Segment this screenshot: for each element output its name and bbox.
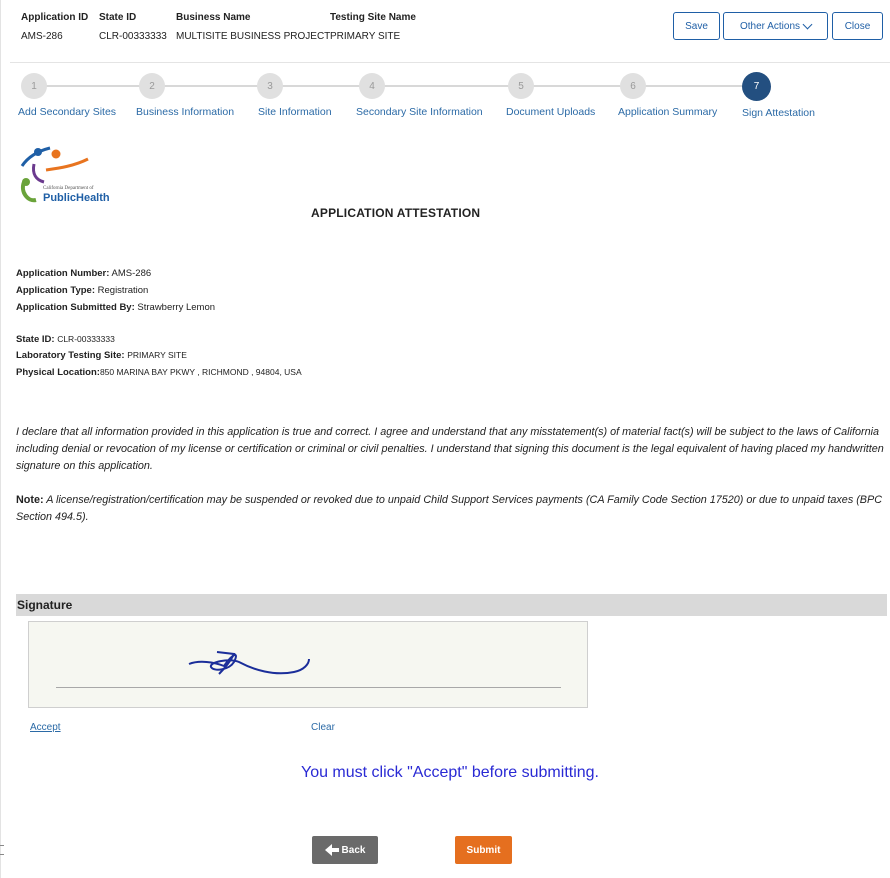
- cdph-logo-mark-icon: [20, 146, 89, 203]
- info-state-id-value: CLR-00333333: [57, 334, 115, 344]
- info-physical-location: Physical Location:850 MARINA BAY PKWY , …: [16, 367, 302, 378]
- step-6-circle[interactable]: 6: [620, 73, 646, 99]
- state-id-label: State ID: [99, 12, 137, 23]
- save-button[interactable]: Save: [673, 12, 720, 40]
- application-type-label: Application Type:: [16, 285, 95, 296]
- signature-heading: Signature: [16, 594, 887, 616]
- back-button-label: Back: [341, 844, 366, 856]
- step-business-information[interactable]: Business Information: [136, 106, 234, 118]
- testing-site-value: PRIMARY SITE: [330, 31, 401, 42]
- info-application-number: Application Number: AMS-286: [16, 268, 151, 279]
- submitted-by-label: Application Submitted By:: [16, 302, 135, 313]
- step-site-information[interactable]: Site Information: [258, 106, 332, 118]
- physical-location-value: 850 MARINA BAY PKWY , RICHMOND , 94804, …: [99, 367, 302, 377]
- application-number-value: AMS-286: [111, 268, 152, 279]
- step-secondary-site-information[interactable]: Secondary Site Information: [356, 106, 483, 118]
- logo-publichealth-text: PublicHealth: [43, 192, 110, 204]
- signature-baseline: [56, 687, 561, 688]
- note-text: Note: A license/registration/certificati…: [16, 492, 888, 526]
- step-2-circle[interactable]: 2: [139, 73, 165, 99]
- other-actions-dropdown[interactable]: Other Actions: [723, 12, 828, 40]
- step-sign-attestation[interactable]: Sign Attestation: [742, 107, 815, 119]
- resize-grip-icon[interactable]: [0, 845, 4, 855]
- application-id-value: AMS-286: [21, 31, 63, 42]
- testing-site-label: Testing Site Name: [330, 12, 416, 23]
- chevron-down-icon: [802, 19, 813, 29]
- application-type-value: Registration: [97, 285, 149, 296]
- step-application-summary[interactable]: Application Summary: [618, 106, 717, 118]
- header-application-id: Application ID AMS-286: [21, 12, 88, 42]
- signature-pad[interactable]: [28, 621, 588, 708]
- step-4-circle[interactable]: 4: [359, 73, 385, 99]
- header-state-id: State ID CLR-00333333: [99, 12, 167, 42]
- accept-signature-link[interactable]: Accept: [30, 722, 61, 733]
- note-body: A license/registration/certification may…: [16, 494, 883, 523]
- step-document-uploads[interactable]: Document Uploads: [506, 106, 595, 118]
- step-add-secondary-sites[interactable]: Add Secondary Sites: [18, 106, 116, 118]
- signature-stroke-icon: [188, 651, 310, 675]
- application-header: Application ID AMS-286 State ID CLR-0033…: [10, 0, 890, 63]
- state-id-value: CLR-00333333: [99, 31, 167, 42]
- business-name-label: Business Name: [176, 12, 251, 23]
- info-state-id-label: State ID:: [16, 334, 55, 345]
- info-state-id: State ID: CLR-00333333: [16, 334, 115, 345]
- close-button[interactable]: Close: [832, 12, 883, 40]
- application-number-label: Application Number:: [16, 268, 110, 279]
- note-label: Note:: [16, 494, 44, 506]
- submit-button[interactable]: Submit: [455, 836, 512, 864]
- info-lab-testing-site: Laboratory Testing Site: PRIMARY SITE: [16, 350, 187, 361]
- lab-testing-site-label: Laboratory Testing Site:: [16, 350, 125, 361]
- info-submitted-by: Application Submitted By: Strawberry Lem…: [16, 302, 215, 313]
- declaration-text: I declare that all information provided …: [16, 426, 884, 472]
- step-7-circle-active[interactable]: 7: [742, 72, 771, 101]
- info-application-type: Application Type: Registration: [16, 285, 148, 296]
- clear-signature-link[interactable]: Clear: [311, 722, 335, 733]
- submitted-by-value: Strawberry Lemon: [137, 302, 216, 313]
- business-name-value: MULTISITE BUSINESS PROJECT: [176, 31, 331, 42]
- accept-warning-message: You must click "Accept" before submittin…: [300, 764, 599, 781]
- step-3-circle[interactable]: 3: [257, 73, 283, 99]
- logo-department-text: California Department of: [43, 186, 94, 191]
- back-arrow-icon: [324, 844, 339, 856]
- header-testing-site: Testing Site Name PRIMARY SITE: [330, 12, 416, 42]
- page-title: APPLICATION ATTESTATION: [311, 206, 481, 220]
- lab-testing-site-value: PRIMARY SITE: [127, 350, 187, 360]
- application-id-label: Application ID: [21, 12, 89, 23]
- step-5-circle[interactable]: 5: [508, 73, 534, 99]
- back-button[interactable]: Back: [312, 836, 378, 864]
- step-1-circle[interactable]: 1: [21, 73, 47, 99]
- other-actions-label: Other Actions: [739, 20, 801, 32]
- header-business-name: Business Name MULTISITE BUSINESS PROJECT: [176, 12, 330, 42]
- cdph-logo: California Department of PublicHealth: [16, 144, 121, 219]
- physical-location-label: Physical Location:: [16, 367, 100, 378]
